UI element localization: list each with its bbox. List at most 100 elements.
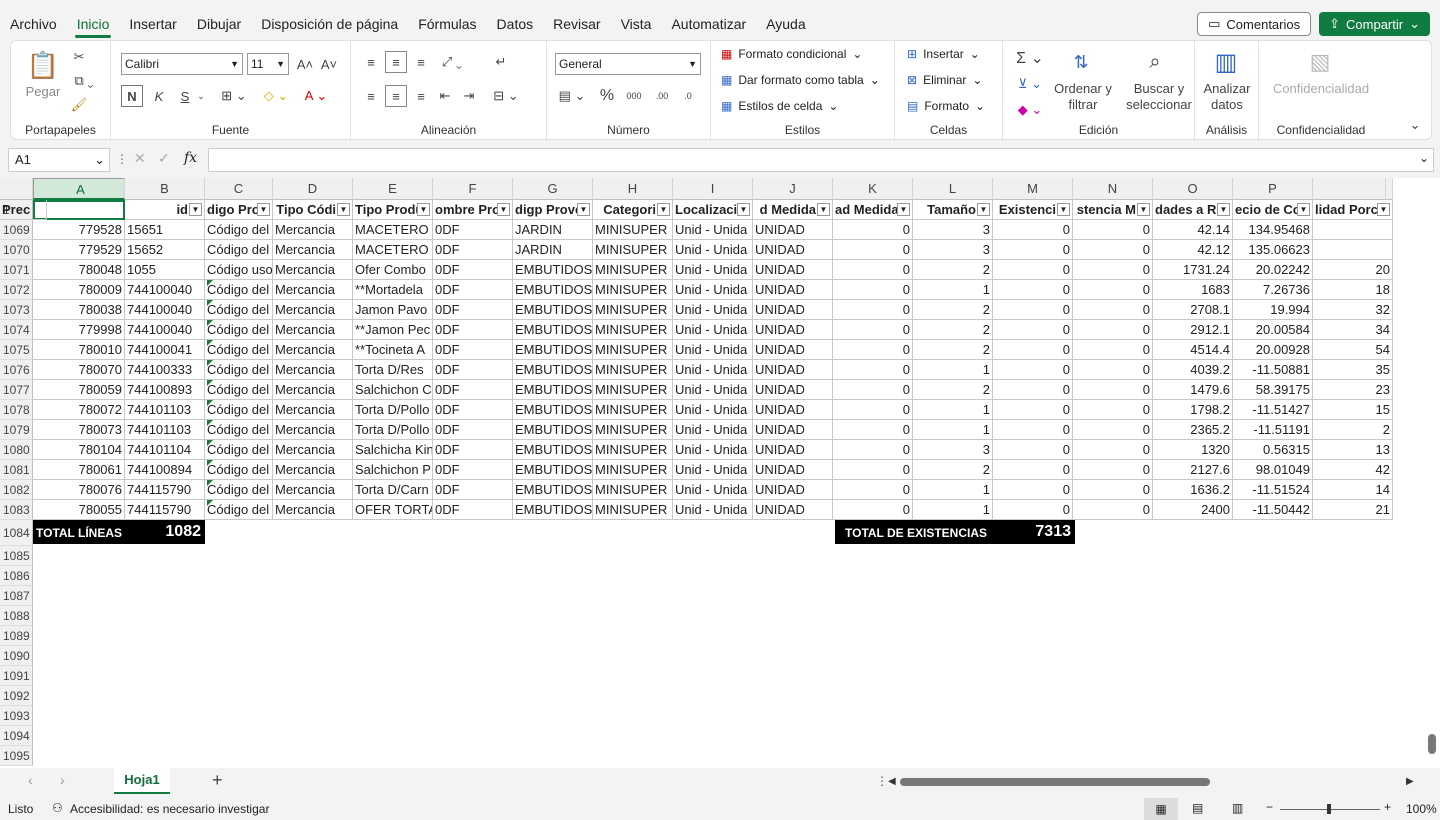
table-cell[interactable]: Código del p [205,280,273,300]
table-cell[interactable]: UNIDAD [753,440,833,460]
table-cell[interactable]: 4039.2 [1153,360,1233,380]
table-cell[interactable]: 0 [993,440,1073,460]
table-cell[interactable]: EMBUTIDOS [513,380,593,400]
column-header-f[interactable]: F [433,178,513,200]
table-cell[interactable]: EMBUTIDOS [513,420,593,440]
table-cell[interactable]: Mercancia [273,340,353,360]
table-cell[interactable]: 15651 [125,220,205,240]
table-header-cell[interactable]: id ▼ [125,200,205,220]
filter-dropdown-icon[interactable]: ▼ [577,203,590,216]
table-cell[interactable]: 0DF [433,340,513,360]
column-header-m[interactable]: M [993,178,1073,200]
table-cell[interactable]: 0DF [433,440,513,460]
table-cell[interactable]: 0 [1073,460,1153,480]
table-cell[interactable]: 780076 [33,480,125,500]
table-cell[interactable]: 0DF [433,400,513,420]
row-header[interactable]: 1089 [0,626,33,646]
vertical-scrollbar[interactable] [1428,734,1436,754]
row-header[interactable]: 1080 [0,440,33,460]
table-cell[interactable]: MINISUPER [593,400,673,420]
row-header[interactable]: 1081 [0,460,33,480]
table-cell[interactable]: 3 [913,440,993,460]
table-header-cell[interactable]: Existenci ▼ [993,200,1073,220]
table-cell[interactable]: 0DF [433,420,513,440]
table-cell[interactable]: UNIDAD [753,460,833,480]
table-cell[interactable]: 780055 [33,500,125,520]
table-cell[interactable]: UNIDAD [753,380,833,400]
shrink-font-icon[interactable]: A˅ [319,53,339,75]
table-cell[interactable]: -11.51524 [1233,480,1313,500]
table-cell[interactable]: -11.50442 [1233,500,1313,520]
table-cell[interactable]: Mercancia [273,240,353,260]
table-header-cell[interactable]: Prec [0,200,48,220]
table-cell[interactable]: Mercancia [273,220,353,240]
filter-dropdown-icon[interactable]: ▼ [257,203,270,216]
font-name-select[interactable]: Calibri ▼ [121,53,243,75]
font-size-select[interactable]: 11 ▼ [247,53,289,75]
table-cell[interactable]: EMBUTIDOS [513,280,593,300]
table-cell[interactable]: 0 [993,340,1073,360]
table-cell[interactable]: Torta D/Pollo [353,420,433,440]
table-cell[interactable]: 18 [1313,280,1393,300]
table-cell[interactable]: 0 [1073,280,1153,300]
italic-button[interactable]: K [149,85,169,107]
table-cell[interactable]: 0 [833,500,913,520]
table-cell[interactable]: 7.26736 [1233,280,1313,300]
table-cell[interactable]: 2 [913,320,993,340]
table-cell[interactable]: Código del p [205,340,273,360]
comments-button[interactable]: ▭ Comentarios [1197,12,1312,36]
table-cell[interactable]: 0 [833,380,913,400]
table-cell[interactable]: MINISUPER [593,420,673,440]
table-cell[interactable]: Torta D/Carn [353,480,433,500]
table-cell[interactable]: 744100041 [125,340,205,360]
row-header[interactable]: 1090 [0,646,33,666]
table-cell[interactable]: 0DF [433,240,513,260]
column-header-k[interactable]: K [833,178,913,200]
next-sheet-icon[interactable]: › [60,772,65,788]
table-cell[interactable]: Mercancia [273,320,353,340]
number-format-select[interactable]: General ▼ [555,53,701,75]
table-cell[interactable]: 0DF [433,300,513,320]
table-cell[interactable]: 0 [993,320,1073,340]
table-cell[interactable]: MINISUPER [593,340,673,360]
column-header-p[interactable]: P [1233,178,1313,200]
table-cell[interactable]: 0 [833,460,913,480]
align-center-icon[interactable]: ≡ [385,85,407,107]
table-cell[interactable]: 2 [1313,420,1393,440]
row-header[interactable]: 1087 [0,586,33,606]
table-cell[interactable]: 744100040 [125,300,205,320]
table-cell[interactable]: EMBUTIDOS [513,460,593,480]
column-header-c[interactable]: C [205,178,273,200]
table-cell[interactable]: 0 [993,240,1073,260]
row-header[interactable]: 1072 [0,280,33,300]
search-icon[interactable]: ⌕ [1135,47,1175,77]
filter-dropdown-icon[interactable]: ▼ [817,203,830,216]
table-header-cell[interactable]: ad Medida ▼ [833,200,913,220]
zoom-level[interactable]: 100% [1406,802,1437,816]
share-button[interactable]: ⇪ Compartir ⌄ [1319,12,1430,36]
table-cell[interactable]: Salchichon P [353,460,433,480]
table-cell[interactable]: 2708.1 [1153,300,1233,320]
row-header[interactable]: 1086 [0,566,33,586]
table-cell[interactable]: 780048 [33,260,125,280]
table-cell[interactable]: 0DF [433,460,513,480]
table-cell[interactable]: MACETERO # [353,220,433,240]
table-cell[interactable]: 23 [1313,380,1393,400]
table-cell[interactable]: Unid - Unida [673,400,753,420]
table-cell[interactable]: 3 [913,220,993,240]
table-cell[interactable]: EMBUTIDOS [513,340,593,360]
table-cell[interactable]: Mercancia [273,280,353,300]
table-cell[interactable]: 0 [993,420,1073,440]
table-cell[interactable]: 135.06623 [1233,240,1313,260]
add-sheet-icon[interactable]: + [212,770,223,791]
table-cell[interactable]: EMBUTIDOS [513,400,593,420]
table-cell[interactable]: Unid - Unida [673,300,753,320]
table-cell[interactable]: Unid - Unida [673,460,753,480]
table-header-cell[interactable]: dades a Re ▼ [1153,200,1233,220]
column-header-d[interactable]: D [273,178,353,200]
table-cell[interactable]: 0 [1073,400,1153,420]
table-cell[interactable]: 0DF [433,480,513,500]
table-cell[interactable]: UNIDAD [753,360,833,380]
filter-dropdown-icon[interactable]: ▼ [1297,203,1310,216]
table-cell[interactable]: 2400 [1153,500,1233,520]
